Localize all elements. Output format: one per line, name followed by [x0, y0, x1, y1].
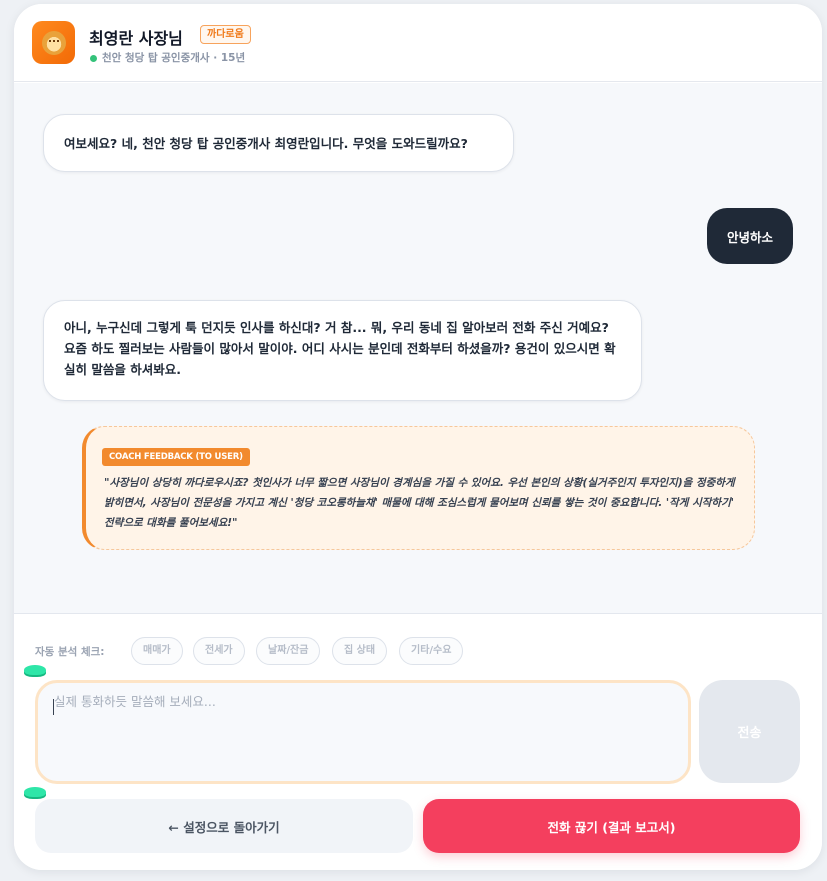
analysis-chip-date-balance[interactable]: 날짜/잔금: [256, 637, 321, 665]
difficulty-badge: 까다로움: [200, 25, 251, 44]
message-input-box[interactable]: [35, 680, 691, 784]
coach-feedback-card: COACH FEEDBACK (TO USER) "사장님이 상당히 까다로우시…: [82, 426, 755, 550]
end-call-button[interactable]: 전화 끊기 (결과 보고서): [423, 799, 800, 853]
message-input[interactable]: [38, 683, 688, 781]
analysis-chip-sale-price[interactable]: 매매가: [131, 637, 183, 665]
analysis-label: 자동 분석 체크:: [35, 646, 105, 658]
message-list[interactable]: 여보세요? 네, 천안 청당 탑 공인중개사 최영란입니다. 무엇을 도와드릴까…: [14, 83, 822, 613]
back-to-settings-button[interactable]: ← 설정으로 돌아가기: [35, 799, 413, 853]
gem-icon: [24, 787, 46, 797]
text-cursor: [53, 699, 54, 715]
coach-feedback-tag: COACH FEEDBACK (TO USER): [102, 448, 250, 466]
lion-icon: [41, 30, 66, 55]
analysis-chip-other-demand[interactable]: 기타/수요: [399, 637, 464, 665]
chat-window: 최영란 사장님 까다로움 천안 청당 탑 공인중개사 · 15년 여보세요? 네…: [14, 4, 822, 870]
online-status-icon: [90, 55, 97, 62]
analysis-chip-house-condition[interactable]: 집 상태: [332, 637, 388, 665]
contact-subtitle: 천안 청당 탑 공인중개사 · 15년: [102, 52, 246, 64]
user-message: 안녕하소: [707, 208, 793, 264]
agent-message: 아니, 누구신데 그렇게 툭 던지듯 인사를 하신대? 거 참... 뭐, 우리…: [43, 300, 642, 401]
agent-message: 여보세요? 네, 천안 청당 탑 공인중개사 최영란입니다. 무엇을 도와드릴까…: [43, 114, 514, 172]
coach-feedback-text: "사장님이 상당히 까다로우시죠? 첫인사가 너무 짧으면 사장님이 경계심을 …: [104, 477, 735, 529]
gem-icon: [24, 665, 46, 675]
send-button[interactable]: 전송: [699, 680, 800, 783]
avatar: [32, 21, 75, 64]
analysis-chip-jeonse-price[interactable]: 전세가: [193, 637, 245, 665]
input-panel: 자동 분석 체크: 매매가 전세가 날짜/잔금 집 상태 기타/수요 전송 ← …: [14, 613, 822, 870]
chat-header: 최영란 사장님 까다로움 천안 청당 탑 공인중개사 · 15년: [14, 4, 822, 82]
contact-name: 최영란 사장님: [89, 29, 183, 48]
